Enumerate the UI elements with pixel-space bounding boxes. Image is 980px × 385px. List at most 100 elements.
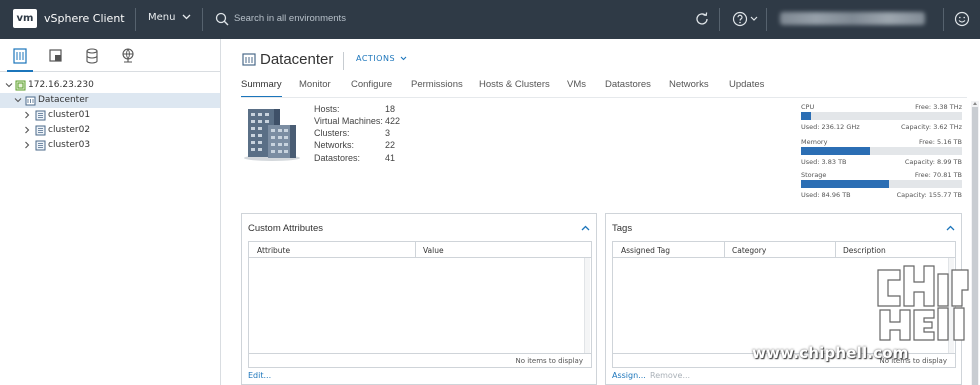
column-header[interactable]: Attribute	[257, 246, 290, 255]
chevron-down-icon[interactable]	[14, 96, 22, 104]
tree-item-cluster[interactable]: cluster02	[0, 123, 220, 138]
stat-label: Networks:	[314, 140, 355, 150]
vmware-logo: vm	[13, 9, 37, 28]
tab-hosts-clusters[interactable]: Hosts & Clusters	[479, 79, 550, 90]
resource-bar-fill	[801, 147, 870, 155]
tab-updates[interactable]: Updates	[729, 79, 764, 90]
tree-item-cluster[interactable]: cluster03	[0, 138, 220, 153]
assign-link[interactable]: Assign...	[612, 371, 646, 380]
tab-summary[interactable]: Summary	[241, 79, 282, 98]
empty-message: No items to display	[515, 357, 583, 365]
stat-label: Clusters:	[314, 128, 350, 138]
tree-item-vcenter[interactable]: 172.16.23.230	[0, 78, 220, 93]
feedback-smiley-icon[interactable]	[954, 11, 970, 27]
main-content: Datacenter ACTIONS Summary Monitor Confi…	[222, 39, 980, 385]
resource-name: Memory	[801, 138, 828, 146]
user-menu[interactable]	[780, 12, 925, 25]
stat-value: 18	[385, 104, 396, 114]
refresh-icon[interactable]	[694, 11, 710, 27]
top-header: vm vSphere Client Menu Search in all env…	[0, 0, 980, 39]
resource-capacity: Capacity: 155.77 TB	[896, 191, 962, 199]
column-header[interactable]: Assigned Tag	[621, 246, 670, 255]
page-title: Datacenter	[260, 51, 334, 68]
chevron-right-icon[interactable]	[23, 111, 31, 119]
tab-networks[interactable]: Networks	[669, 79, 709, 90]
header-divider	[202, 8, 203, 31]
search-input[interactable]: Search in all environments	[234, 13, 346, 24]
chevron-up-icon[interactable]	[581, 225, 590, 231]
hosts-clusters-tab[interactable]	[7, 47, 33, 72]
stat-value: 22	[385, 140, 396, 150]
column-resizer[interactable]	[835, 242, 836, 258]
resource-free: Free: 5.16 TB	[918, 138, 962, 146]
column-header[interactable]: Value	[423, 246, 444, 255]
chevron-down-icon	[400, 56, 407, 61]
chevron-up-icon[interactable]	[946, 225, 955, 231]
chevron-down-icon[interactable]	[750, 16, 758, 21]
edit-link[interactable]: Edit...	[248, 371, 271, 380]
chevron-down-icon[interactable]	[5, 81, 13, 89]
cluster-icon	[35, 110, 46, 121]
resource-name: CPU	[801, 103, 815, 111]
column-resizer[interactable]	[724, 242, 725, 258]
tree-item-datacenter[interactable]: Datacenter	[0, 93, 220, 108]
navigator-pane: 172.16.23.230 Datacenter cluster01 clust…	[0, 39, 221, 385]
networking-icon	[122, 48, 134, 63]
chevron-down-icon	[182, 14, 191, 20]
tab-permissions[interactable]: Permissions	[411, 79, 463, 90]
resource-used: Used: 84.96 TB	[801, 191, 851, 199]
resource-bar	[801, 147, 962, 155]
scroll-up-arrow-icon[interactable]	[973, 102, 977, 105]
header-divider	[135, 8, 136, 31]
tree-item-label: 172.16.23.230	[28, 80, 94, 90]
scrollbar-thumb[interactable]	[972, 107, 978, 385]
column-header[interactable]: Description	[843, 246, 886, 255]
datacenter-icon	[25, 96, 36, 106]
help-icon[interactable]	[732, 11, 748, 27]
resource-name: Storage	[801, 171, 827, 179]
actions-label: ACTIONS	[356, 54, 396, 63]
resource-bar-fill	[801, 112, 812, 120]
column-header[interactable]: Category	[732, 246, 766, 255]
menu-button[interactable]: Menu	[148, 12, 191, 23]
resource-bar	[801, 112, 962, 120]
tab-configure[interactable]: Configure	[351, 79, 392, 90]
header-divider	[943, 8, 944, 31]
stat-label: Datastores:	[314, 153, 361, 163]
networking-tab[interactable]	[119, 47, 137, 65]
datacenter-icon	[242, 53, 256, 66]
chevron-right-icon[interactable]	[23, 141, 31, 149]
grid-header: Assigned Tag Category Description	[613, 242, 955, 258]
resource-bar-fill	[801, 180, 889, 188]
app-title: vSphere Client	[44, 12, 125, 25]
hosts-clusters-icon	[13, 48, 27, 64]
tree-item-label: Datacenter	[38, 95, 89, 105]
cluster-icon	[35, 140, 46, 151]
grid-scrollbar[interactable]	[584, 258, 590, 353]
title-divider	[343, 52, 344, 70]
vms-templates-tab[interactable]	[47, 47, 65, 65]
card-title: Custom Attributes	[248, 223, 323, 234]
datacenter-buildings-icon	[244, 109, 300, 161]
column-resizer[interactable]	[415, 242, 416, 258]
resource-capacity: Capacity: 8.99 TB	[904, 158, 962, 166]
stat-value: 3	[385, 128, 391, 138]
card-title: Tags	[612, 223, 633, 234]
tree-item-cluster[interactable]: cluster01	[0, 108, 220, 123]
search-icon[interactable]	[215, 12, 229, 26]
resource-bar	[801, 180, 962, 188]
grid-footer: No items to display	[249, 353, 591, 367]
resource-capacity: Capacity: 3.62 THz	[901, 123, 962, 131]
chevron-right-icon[interactable]	[23, 126, 31, 134]
grid-header: Attribute Value	[249, 242, 591, 258]
menu-label: Menu	[148, 12, 176, 23]
tab-monitor[interactable]: Monitor	[299, 79, 331, 90]
tab-datastores[interactable]: Datastores	[605, 79, 651, 90]
remove-link: Remove...	[650, 371, 691, 380]
tab-vms[interactable]: VMs	[567, 79, 586, 90]
stat-label: Hosts:	[314, 104, 340, 114]
actions-button[interactable]: ACTIONS	[356, 54, 407, 63]
stat-label: Virtual Machines:	[314, 116, 383, 126]
watermark-text: www.chiphell.com	[752, 344, 909, 362]
storage-tab[interactable]	[83, 47, 101, 65]
